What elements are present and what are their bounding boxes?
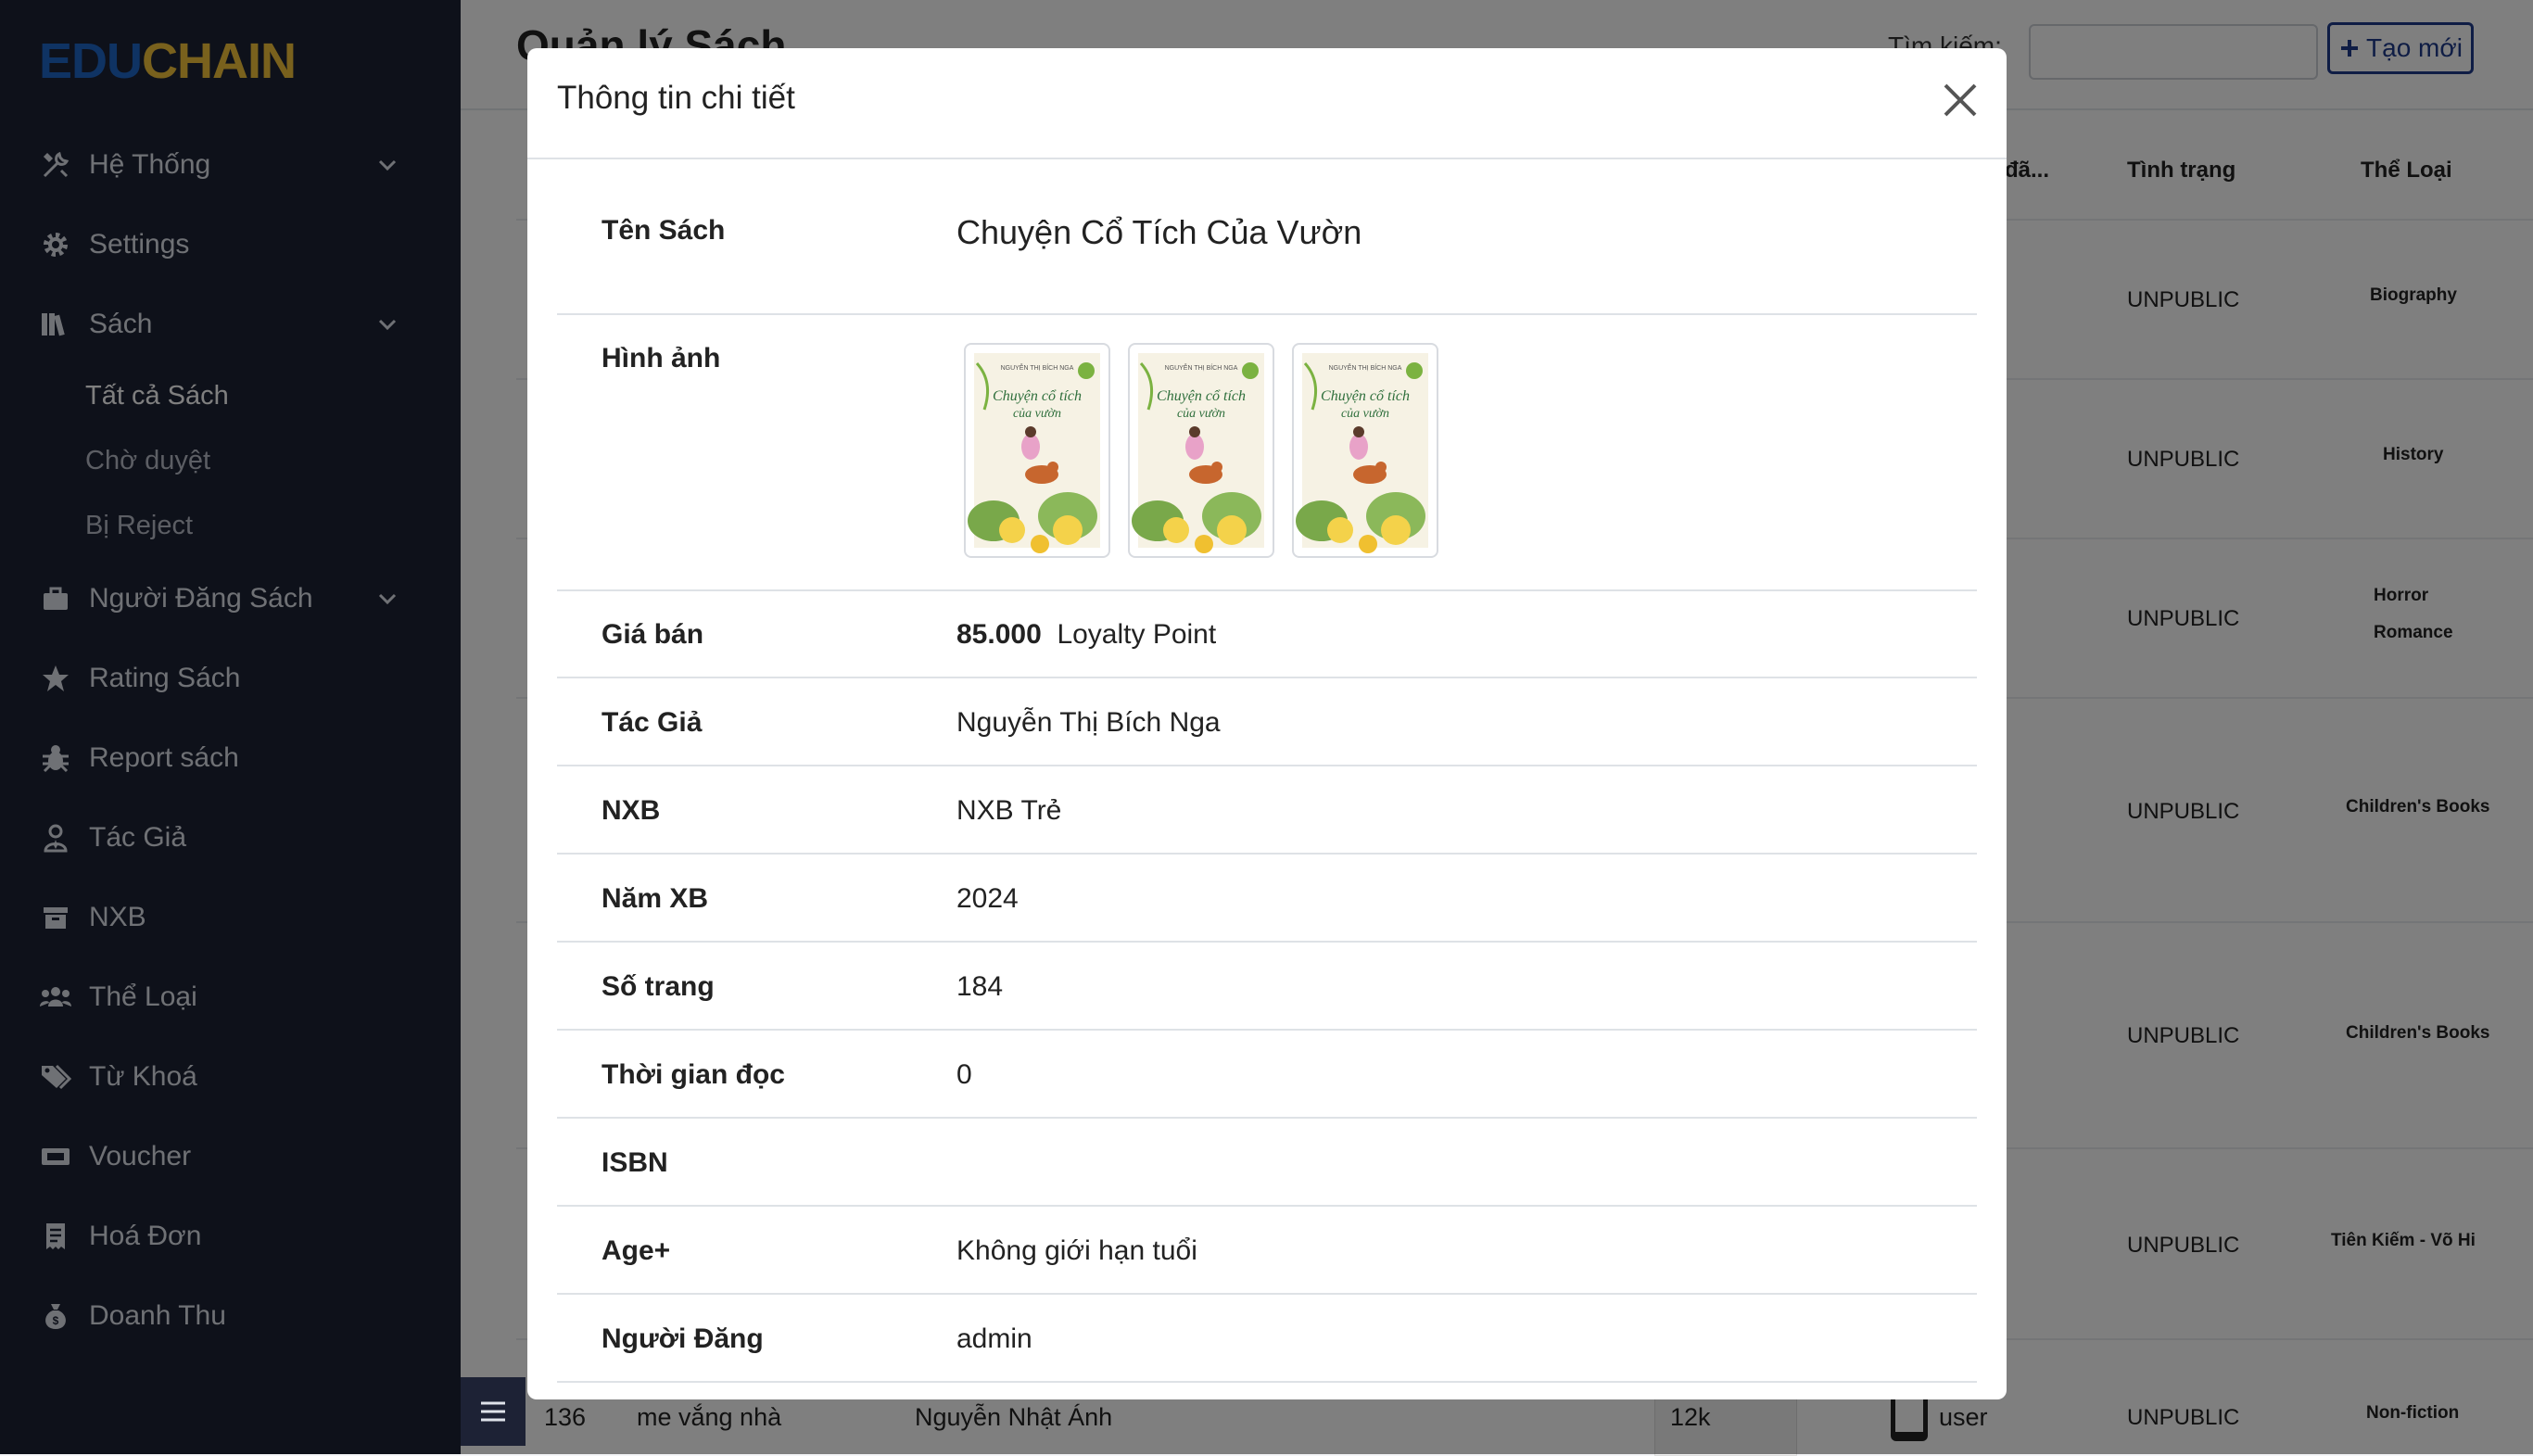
svg-text:của vườn: của vườn: [1341, 407, 1389, 421]
svg-text:Chuyện cổ tích: Chuyện cổ tích: [1321, 388, 1410, 404]
field-value-nam-xb: 2024: [956, 883, 1019, 914]
field-divider: [557, 853, 1977, 855]
modal-title: Thông tin chi tiết: [557, 80, 795, 116]
field-label-tac-gia: Tác Giả: [602, 707, 703, 738]
field-divider: [557, 765, 1977, 766]
svg-text:Chuyện cổ tích: Chuyện cổ tích: [993, 388, 1082, 404]
svg-text:NGUYỄN THỊ BÍCH NGA: NGUYỄN THỊ BÍCH NGA: [1001, 363, 1074, 372]
field-divider: [557, 313, 1977, 315]
field-value-gia-ban: 85.000 Loyalty Point: [956, 619, 1216, 651]
book-cover-image[interactable]: NGUYỄN THỊ BÍCH NGA Chuyện cổ tích của v…: [964, 343, 1110, 558]
svg-text:NGUYỄN THỊ BÍCH NGA: NGUYỄN THỊ BÍCH NGA: [1165, 363, 1238, 372]
sidebar-toggle-button[interactable]: [461, 1377, 526, 1446]
close-icon[interactable]: [1940, 80, 1981, 120]
field-label-gia-ban: Giá bán: [602, 619, 704, 650]
svg-text:NGUYỄN THỊ BÍCH NGA: NGUYỄN THỊ BÍCH NGA: [1329, 363, 1402, 372]
field-label-nam-xb: Năm XB: [602, 883, 709, 914]
field-divider: [557, 1293, 1977, 1295]
field-label-age: Age+: [602, 1235, 671, 1266]
field-value-nguoi-dang: admin: [956, 1323, 1032, 1354]
price-amount: 85.000: [956, 619, 1042, 650]
field-label-ten-sach: Tên Sách: [602, 215, 726, 246]
hamburger-icon: [481, 1401, 505, 1422]
field-label-hinh-anh: Hình ảnh: [602, 343, 721, 373]
field-value-tac-gia: Nguyễn Thị Bích Nga: [956, 707, 1221, 738]
field-value-nxb: NXB Trẻ: [956, 795, 1062, 826]
field-divider: [557, 1205, 1977, 1207]
field-label-thoi-gian-doc: Thời gian đọc: [602, 1059, 785, 1090]
book-cover-image[interactable]: NGUYỄN THỊ BÍCH NGA Chuyện cổ tích của v…: [1128, 343, 1274, 558]
svg-text:của vườn: của vườn: [1013, 407, 1061, 421]
field-divider: [557, 1381, 1977, 1383]
field-divider: [557, 677, 1977, 678]
book-cover-image[interactable]: NGUYỄN THỊ BÍCH NGA Chuyện cổ tích của v…: [1292, 343, 1438, 558]
field-value-thoi-gian-doc: 0: [956, 1059, 972, 1090]
field-divider: [557, 589, 1977, 591]
field-label-so-trang: Số trang: [602, 971, 715, 1002]
svg-text:của vườn: của vườn: [1177, 407, 1225, 421]
modal-header-divider: [527, 158, 2007, 159]
field-label-isbn: ISBN: [602, 1147, 668, 1178]
field-divider: [557, 1029, 1977, 1031]
svg-text:Chuyện cổ tích: Chuyện cổ tích: [1157, 388, 1246, 404]
field-label-nguoi-dang: Người Đăng: [602, 1323, 764, 1354]
detail-modal: Thông tin chi tiết Tên Sách Chuyện Cổ Tí…: [527, 48, 2007, 1399]
field-value-ten-sach: Chuyện Cổ Tích Của Vườn: [956, 213, 1362, 251]
field-label-nxb: NXB: [602, 795, 661, 826]
field-value-age: Không giới hạn tuổi: [956, 1235, 1197, 1266]
field-value-so-trang: 184: [956, 971, 1004, 1002]
field-divider: [557, 1117, 1977, 1119]
price-unit: Loyalty Point: [1057, 619, 1217, 650]
field-divider: [557, 941, 1977, 943]
